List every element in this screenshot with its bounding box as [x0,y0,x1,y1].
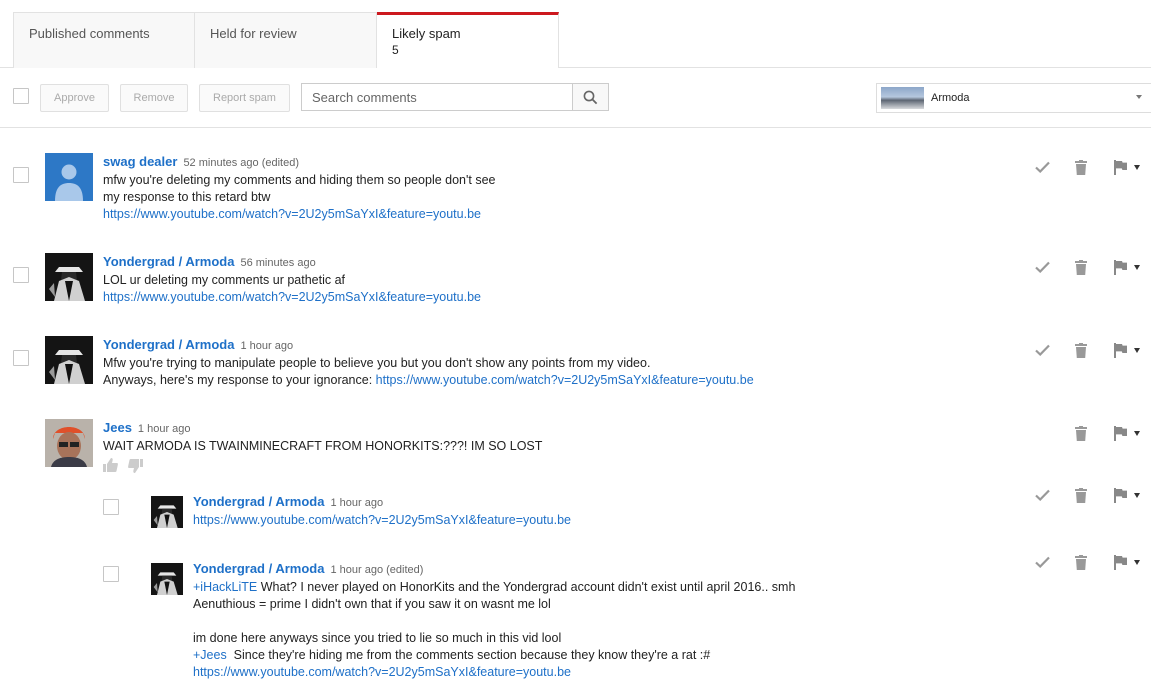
approve-check-icon[interactable] [1034,159,1050,175]
approve-check-icon[interactable] [1034,487,1050,503]
comment-text: Anyways, here's my response to your igno… [103,373,376,387]
comment-text: What? I never played on HonorKits and th… [257,580,796,594]
flag-icon[interactable] [1112,159,1128,175]
avatar [45,153,93,201]
search-icon [583,90,598,104]
flag-icon[interactable] [1112,487,1128,503]
search-button[interactable] [572,84,608,110]
comment-author[interactable]: Jees [103,420,132,435]
flag-menu-caret-icon[interactable] [1134,493,1140,498]
avatar [45,419,93,467]
tab-label: Likely spam [392,26,461,41]
flag-icon[interactable] [1112,554,1128,570]
trash-icon[interactable] [1073,159,1089,175]
spy-avatar-icon [151,563,183,595]
avatar [151,496,183,528]
comment-author[interactable]: Yondergrad / Armoda [103,254,234,269]
spy-avatar-icon [45,253,93,301]
comment-actions [1034,342,1144,358]
comment-text: my response to this retard btw [103,190,271,204]
comment-actions [1034,487,1144,503]
chevron-down-icon [1136,95,1142,99]
tab-label: Held for review [210,26,297,41]
search-box [301,83,609,111]
user-photo-avatar-icon [45,419,93,467]
comment-text: Aenuthious = prime I didn't own that if … [193,597,551,611]
comment-link[interactable]: https://www.youtube.com/watch?v=2U2y5mSa… [193,664,795,681]
select-all-checkbox[interactable] [13,88,29,104]
default-avatar-icon [55,164,83,201]
tab-count: 5 [392,43,399,57]
spy-avatar-icon [151,496,183,528]
comment-checkbox[interactable] [103,499,119,515]
avatar [45,253,93,301]
comment-time[interactable]: 56 minutes ago [240,257,315,269]
mention-link[interactable]: +Jees [193,648,227,662]
comment-time[interactable]: 1 hour ago [240,340,293,352]
thumbs-up-icon[interactable] [103,458,118,472]
avatar [151,563,183,595]
comment-checkbox[interactable] [13,350,29,366]
comment-link[interactable]: https://www.youtube.com/watch?v=2U2y5mSa… [193,512,571,529]
comment-checkbox[interactable] [13,167,29,183]
comment-actions [1034,554,1144,570]
report-spam-button[interactable]: Report spam [199,84,290,112]
approve-check-icon[interactable] [1034,259,1050,275]
tab-held-for-review[interactable]: Held for review [195,12,377,68]
flag-icon[interactable] [1112,342,1128,358]
comment-author[interactable]: Yondergrad / Armoda [193,561,324,576]
flag-menu-caret-icon[interactable] [1134,431,1140,436]
comment-tabs: Published comments Held for review Likel… [13,12,559,68]
flag-menu-caret-icon[interactable] [1134,265,1140,270]
comment-time[interactable]: 1 hour ago (edited) [330,564,423,576]
trash-icon[interactable] [1073,259,1089,275]
comment-time[interactable]: 1 hour ago [330,497,383,509]
comment-link[interactable]: https://www.youtube.com/watch?v=2U2y5mSa… [103,206,496,223]
comment-text: LOL ur deleting my comments ur pathetic … [103,273,346,287]
comment-text: Mfw you're trying to manipulate people t… [103,356,651,370]
channel-name: Armoda [931,92,970,104]
tab-likely-spam[interactable]: Likely spam 5 [377,12,559,68]
comment-link[interactable]: https://www.youtube.com/watch?v=2U2y5mSa… [376,373,754,387]
trash-icon[interactable] [1073,487,1089,503]
flag-menu-caret-icon[interactable] [1134,560,1140,565]
flag-icon[interactable] [1112,425,1128,441]
approve-check-icon[interactable] [1034,554,1050,570]
comment-actions [1034,425,1144,441]
comment-link[interactable]: https://www.youtube.com/watch?v=2U2y5mSa… [103,289,481,306]
comment-actions [1034,159,1144,175]
comment-author[interactable]: swag dealer [103,154,177,169]
search-input[interactable] [302,84,573,110]
approve-check-icon[interactable] [1034,342,1050,358]
moderation-toolbar: Approve Remove Report spam Armoda [0,68,1151,128]
comment-actions [1034,259,1144,275]
comment-checkbox[interactable] [13,267,29,283]
trash-icon[interactable] [1073,342,1089,358]
comment-author[interactable]: Yondergrad / Armoda [103,337,234,352]
flag-menu-caret-icon[interactable] [1134,165,1140,170]
comment-text: Since they're hiding me from the comment… [226,648,711,662]
tab-label: Published comments [29,26,150,41]
mention-link[interactable]: +iHackLiTE [193,580,257,594]
comment-time[interactable]: 52 minutes ago (edited) [183,157,299,169]
comment-checkbox[interactable] [103,566,119,582]
approve-button[interactable]: Approve [40,84,109,112]
comment-text: im done here anyways since you tried to … [193,631,562,645]
trash-icon[interactable] [1073,554,1089,570]
remove-button[interactable]: Remove [120,84,188,112]
flag-menu-caret-icon[interactable] [1134,348,1140,353]
comment-author[interactable]: Yondergrad / Armoda [193,494,324,509]
trash-icon[interactable] [1073,425,1089,441]
comment-text: mfw you're deleting my comments and hidi… [103,173,496,187]
comment-text: WAIT ARMODA IS TWAINMINECRAFT FROM HONOR… [103,439,543,453]
comment-time[interactable]: 1 hour ago [138,423,191,435]
spy-avatar-icon [45,336,93,384]
flag-icon[interactable] [1112,259,1128,275]
thumbs-down-icon[interactable] [128,459,143,473]
channel-thumbnail [881,87,924,109]
tab-published-comments[interactable]: Published comments [13,12,195,68]
channel-selector[interactable]: Armoda [876,83,1151,113]
avatar [45,336,93,384]
